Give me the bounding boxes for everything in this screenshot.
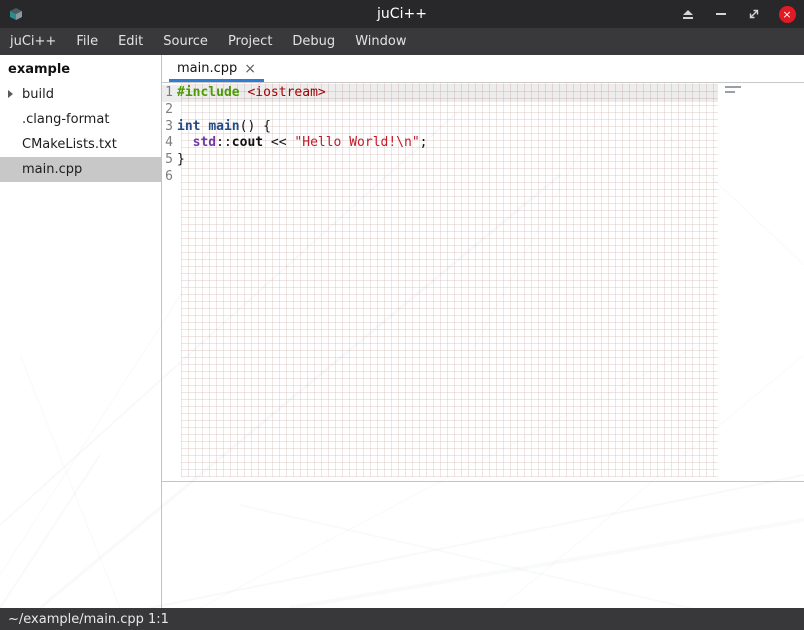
tab-label: main.cpp	[177, 61, 237, 76]
menu-bar: juCi++FileEditSourceProjectDebugWindow	[0, 28, 804, 55]
line-number: 5	[162, 152, 177, 169]
line-number: 4	[162, 135, 177, 152]
menu-item-edit[interactable]: Edit	[108, 28, 153, 55]
tab-main-cpp[interactable]: main.cpp ×	[167, 55, 266, 82]
minimize-button[interactable]	[712, 5, 730, 23]
keep-above-button[interactable]	[679, 5, 697, 23]
tree-item-label: build	[22, 87, 54, 102]
title-bar: juCi++ ×	[0, 0, 804, 28]
tree-item-label: .clang-format	[22, 112, 109, 127]
code-editor[interactable]: 1#include <iostream>23int main() {4 std:…	[162, 83, 804, 481]
menu-item-file[interactable]: File	[66, 28, 108, 55]
minimize-icon	[716, 13, 726, 15]
code-text: #include <iostream>	[177, 85, 326, 102]
code-text: }	[177, 152, 185, 169]
eject-icon	[683, 10, 693, 19]
status-bar: ~/example/main.cpp 1:1	[0, 608, 804, 630]
editor-lines: 1#include <iostream>23int main() {4 std:…	[162, 83, 718, 186]
tree-item-clang-format[interactable]: .clang-format	[0, 107, 161, 132]
menu-item-source[interactable]: Source	[153, 28, 218, 55]
content-area: example build .clang-format CMakeLists.txt…	[0, 55, 804, 608]
expander-icon[interactable]	[8, 90, 13, 98]
menu-item-juci[interactable]: juCi++	[0, 28, 66, 55]
tree-item-main-cpp[interactable]: main.cpp	[0, 157, 161, 182]
status-path: ~/example/main.cpp 1:1	[8, 612, 169, 627]
scroll-overview[interactable]	[725, 86, 755, 96]
tab-close-icon[interactable]: ×	[244, 62, 256, 76]
window-controls: ×	[679, 0, 796, 28]
main-pane: main.cpp × 1#include <iostream>23int main…	[162, 55, 804, 608]
code-line[interactable]: 1#include <iostream>	[162, 85, 718, 102]
code-text: std::cout << "Hello World!\n";	[177, 135, 427, 152]
menu-item-window[interactable]: Window	[345, 28, 416, 55]
line-number: 6	[162, 169, 177, 186]
code-line[interactable]: 4 std::cout << "Hello World!\n";	[162, 135, 718, 152]
close-icon: ×	[779, 6, 796, 23]
tab-bar: main.cpp ×	[162, 55, 804, 83]
tree-item-cmakelists-txt[interactable]: CMakeLists.txt	[0, 132, 161, 157]
tree-item-label: main.cpp	[22, 162, 82, 177]
line-number: 1	[162, 85, 177, 102]
terminal-panel[interactable]	[162, 481, 804, 608]
file-tree-items: build .clang-format CMakeLists.txt main.cpp	[0, 82, 161, 182]
maximize-button[interactable]	[745, 5, 763, 23]
line-number: 3	[162, 119, 177, 136]
close-button[interactable]: ×	[778, 5, 796, 23]
line-number: 2	[162, 102, 177, 119]
app-window: juCi++ × juCi++FileEditSourceProjectDebu…	[0, 0, 804, 630]
menu-item-debug[interactable]: Debug	[282, 28, 345, 55]
tree-item-build[interactable]: build	[0, 82, 161, 107]
code-text: int main() {	[177, 119, 271, 136]
project-root-label: example	[0, 55, 161, 82]
code-line[interactable]: 2	[162, 102, 718, 119]
menu-item-project[interactable]: Project	[218, 28, 282, 55]
code-line[interactable]: 5}	[162, 152, 718, 169]
code-line[interactable]: 6	[162, 169, 718, 186]
resize-diagonal-icon	[748, 8, 760, 20]
code-line[interactable]: 3int main() {	[162, 119, 718, 136]
file-tree: example build .clang-format CMakeLists.txt…	[0, 55, 162, 608]
tree-item-label: CMakeLists.txt	[22, 137, 117, 152]
